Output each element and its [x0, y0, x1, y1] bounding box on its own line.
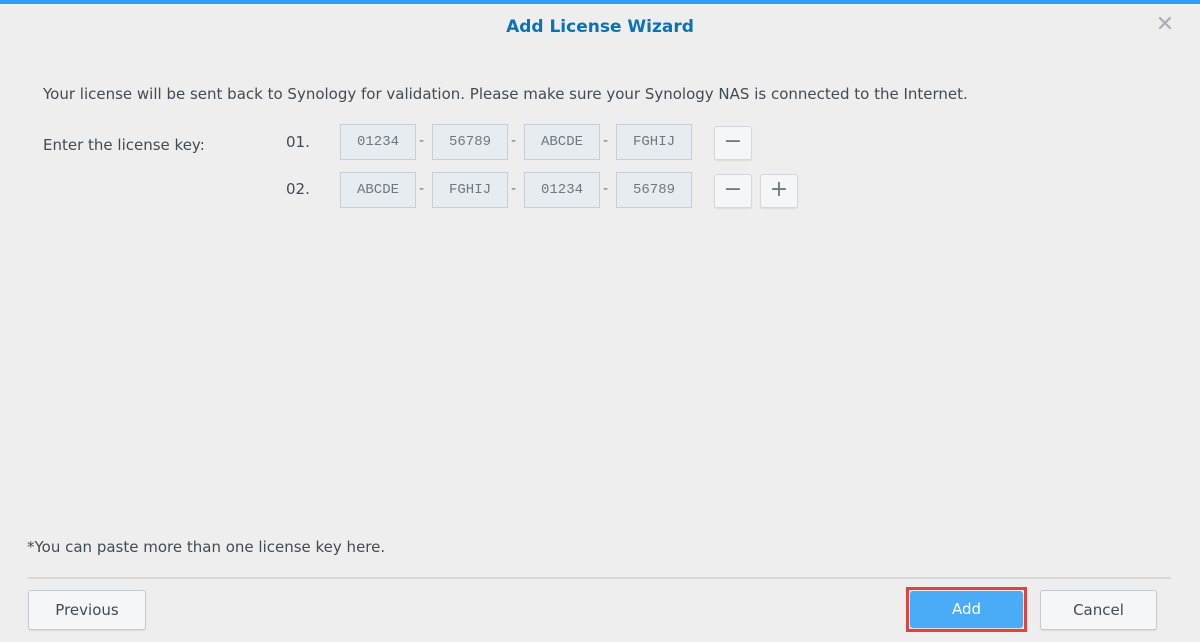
key-segment-input[interactable]: 01234: [524, 172, 600, 208]
close-icon: ✕: [1155, 12, 1175, 37]
key-segment-input[interactable]: 01234: [340, 124, 416, 160]
segment-separator: -: [603, 133, 609, 149]
window-accent-bar: [0, 0, 1200, 4]
remove-key-button[interactable]: −: [714, 174, 752, 208]
key-segment-input[interactable]: 56789: [432, 124, 508, 160]
segment-separator: -: [603, 181, 609, 197]
segment-separator: -: [511, 133, 517, 149]
key-row-number: 01.: [286, 133, 310, 151]
key-segment-input[interactable]: FGHIJ: [616, 124, 692, 160]
segment-separator: -: [511, 181, 517, 197]
intro-text: Your license will be sent back to Synolo…: [43, 85, 968, 103]
license-key-label: Enter the license key:: [43, 136, 205, 154]
key-segment-input[interactable]: 56789: [616, 172, 692, 208]
cancel-button[interactable]: Cancel: [1040, 590, 1157, 630]
key-row-number: 02.: [286, 180, 310, 198]
key-segment-input[interactable]: ABCDE: [340, 172, 416, 208]
segment-separator: -: [419, 133, 425, 149]
close-button[interactable]: ✕: [1154, 14, 1176, 36]
paste-note: *You can paste more than one license key…: [27, 538, 386, 556]
minus-icon: −: [723, 177, 743, 202]
dialog-title: Add License Wizard: [506, 17, 694, 37]
add-key-button[interactable]: +: [760, 174, 798, 208]
footer-divider: [28, 577, 1171, 579]
add-button-highlight: [906, 587, 1027, 632]
key-segment-input[interactable]: ABCDE: [524, 124, 600, 160]
remove-key-button[interactable]: −: [714, 126, 752, 160]
previous-button[interactable]: Previous: [28, 590, 146, 630]
plus-icon: +: [769, 177, 789, 202]
segment-separator: -: [419, 181, 425, 197]
key-segment-input[interactable]: FGHIJ: [432, 172, 508, 208]
minus-icon: −: [723, 129, 743, 154]
